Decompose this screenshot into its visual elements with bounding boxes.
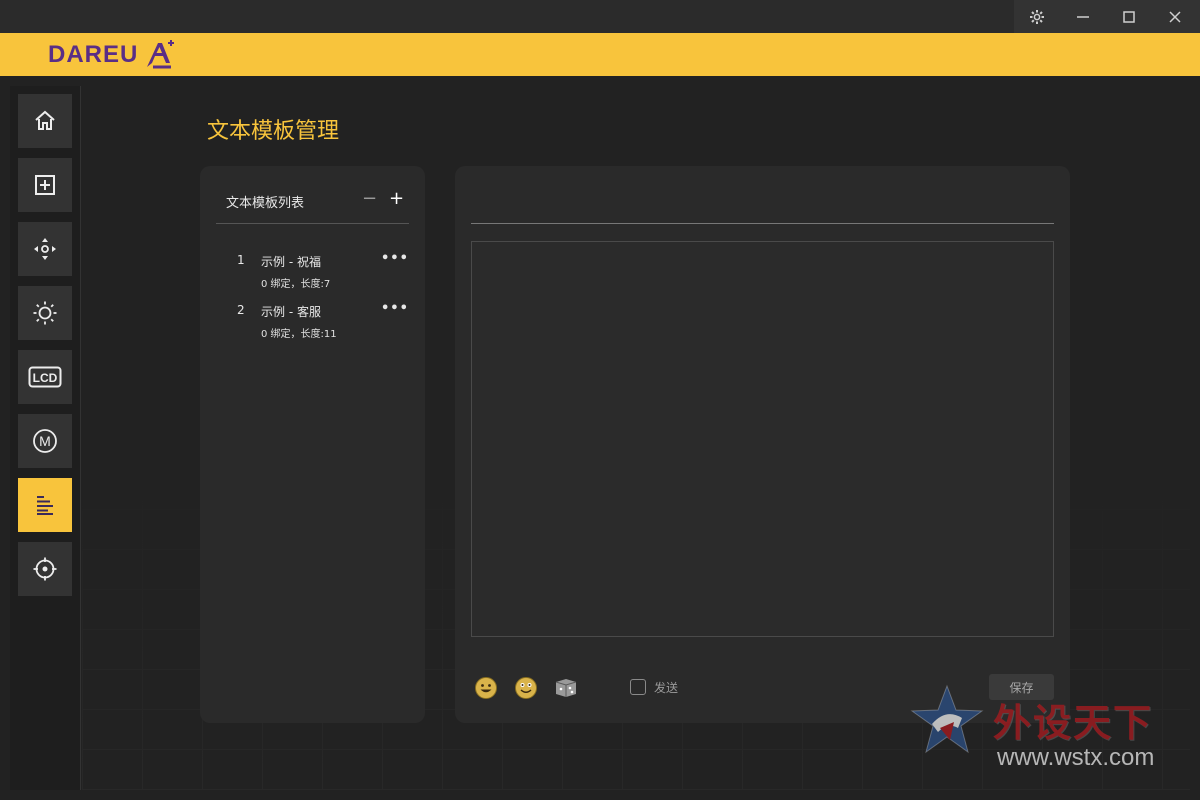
smile-emoji-button[interactable] [514,676,538,700]
more-options-button[interactable]: ••• [381,301,409,316]
template-name-input[interactable] [471,184,1054,224]
move-arrows-icon [34,238,56,260]
template-list-title: 文本模板列表 [226,196,305,211]
sidebar: LCD M [10,86,81,790]
sidebar-item-lcd[interactable]: LCD [18,350,72,404]
smile-emoji-icon [515,677,537,699]
list-item[interactable]: 2 示例 - 客服 0 绑定，长度:11 ••• [200,299,425,343]
sidebar-item-macro[interactable]: M [18,414,72,468]
dice-icon [555,679,577,697]
dareu-logo: DAREU [48,37,178,73]
template-number: 1 [237,253,245,267]
home-icon [35,110,55,130]
logo-a-plus-icon [147,40,175,69]
template-name: 示例 - 客服 [261,305,321,319]
more-options-button[interactable]: ••• [381,251,409,266]
watermark-brand: 外设天下 [993,701,1154,745]
sidebar-item-home[interactable] [18,94,72,148]
template-meta: 0 绑定，长度:7 [261,279,331,290]
text-template-icon [37,496,53,515]
window-controls [1014,0,1200,33]
maximize-button[interactable] [1106,0,1152,33]
send-checkbox[interactable] [630,679,646,695]
minimize-button[interactable] [1060,0,1106,33]
title-bar [0,0,1200,33]
logo-text: DAREU [48,41,139,68]
page-title: 文本模板管理 [207,119,340,144]
crosshair-icon [33,557,57,581]
template-editor-panel: 发送 保存 [455,166,1070,723]
grin-emoji-icon [475,677,497,699]
sidebar-item-move[interactable] [18,222,72,276]
close-button[interactable] [1152,0,1198,33]
template-number: 2 [237,303,245,317]
template-list-panel: 文本模板列表 − + 1 示例 - 祝福 0 绑定，长度:7 ••• 2 示例 … [200,166,425,723]
template-content-textarea[interactable] [471,241,1054,637]
add-template-button[interactable]: + [389,190,404,208]
sidebar-item-add[interactable] [18,158,72,212]
template-name: 示例 - 祝福 [261,255,321,269]
watermark-url: www.wstx.com [997,744,1155,771]
watermark-star-logo-icon [910,684,984,754]
watermark: 外设天下 www.wstx.com [910,684,1190,774]
lcd-icon-label: LCD [33,371,58,385]
sidebar-item-lighting[interactable] [18,286,72,340]
send-label: 发送 [654,681,679,695]
template-list-header: 文本模板列表 − + [216,190,409,224]
settings-button[interactable] [1014,0,1060,33]
minimize-icon [1077,15,1089,18]
sidebar-item-crosshair[interactable] [18,542,72,596]
list-item[interactable]: 1 示例 - 祝福 0 绑定，长度:7 ••• [200,249,425,293]
grin-emoji-button[interactable] [474,676,498,700]
maximize-icon [1123,10,1135,23]
dice-button[interactable] [553,676,579,700]
brightness-icon [33,301,57,325]
template-meta: 0 绑定，长度:11 [261,329,337,340]
lcd-icon: LCD [28,366,62,388]
remove-template-button[interactable]: − [362,190,377,208]
gear-icon [1030,9,1044,24]
sidebar-item-text-template[interactable] [18,478,72,532]
macro-icon: M [33,429,57,453]
brand-bar: DAREU [0,33,1200,76]
close-icon [1169,10,1181,23]
add-box-icon [35,175,55,195]
macro-icon-label: M [39,433,51,449]
